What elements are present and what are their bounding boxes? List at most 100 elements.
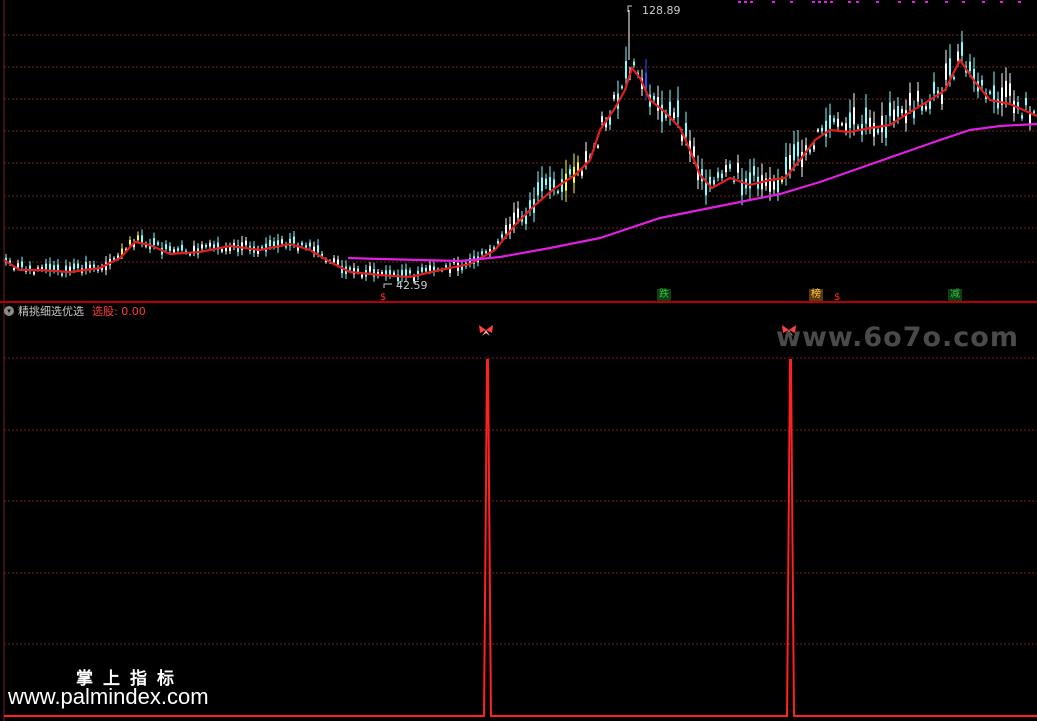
candle-body [581, 171, 583, 176]
candle-body [317, 245, 319, 253]
candle-body [793, 144, 795, 161]
marker-dot [750, 1, 753, 3]
candle-body [525, 215, 527, 225]
candle-body [865, 107, 867, 124]
candle-body [753, 166, 755, 176]
candle-body [729, 164, 731, 169]
candle-body [309, 242, 311, 247]
candle-body [869, 117, 871, 128]
candle-body [845, 123, 847, 131]
candle-body [241, 242, 243, 251]
candle-body [425, 267, 427, 272]
candle-body [209, 242, 211, 247]
candle-body [1029, 114, 1031, 124]
candle-body [481, 251, 483, 255]
candle-body [21, 261, 23, 268]
marker-dot [856, 1, 859, 3]
candle-body [721, 173, 723, 178]
candle-body [633, 61, 635, 66]
candle-body [293, 236, 295, 244]
candle-body [1025, 97, 1027, 106]
candle-body [941, 94, 943, 104]
marker-dot [818, 1, 821, 3]
marker-dot [848, 1, 851, 3]
candle-body [837, 118, 839, 127]
signal-badge-fall: 跌 [657, 289, 671, 301]
chart-window: 128.89 42.59 $ $ 跌 榜 减 ▾ 精挑细选优选 选股: 0.00… [0, 0, 1037, 721]
candle-body [1033, 111, 1035, 114]
candle-body [33, 272, 35, 275]
candle-body [177, 248, 179, 251]
candle-body [537, 182, 539, 196]
candle-body [885, 125, 887, 138]
candle-body [585, 151, 587, 163]
butterfly-icon [479, 325, 493, 336]
candle-body [153, 238, 155, 245]
candle-body [949, 58, 951, 76]
candle-body [513, 212, 515, 225]
candle-body [909, 92, 911, 106]
url-watermark: www.palmindex.com [8, 684, 209, 709]
marker-dot [1018, 1, 1021, 3]
candle-body [889, 102, 891, 117]
candle-body [933, 81, 935, 94]
candle-body [785, 157, 787, 175]
candle-body [773, 181, 775, 190]
marker-dot [738, 1, 741, 3]
marker-dot [790, 1, 793, 3]
candle-body [1021, 115, 1023, 119]
candle-body [657, 96, 659, 111]
candle-body [953, 77, 955, 80]
candle-body [545, 178, 547, 185]
candle-body [505, 224, 507, 234]
candle-body [713, 180, 715, 185]
candle-body [661, 104, 663, 122]
candle-body [13, 267, 15, 271]
candle-body [905, 110, 907, 124]
marker-dot [772, 1, 775, 3]
candle-body [129, 239, 131, 245]
marker-dot [1000, 1, 1003, 3]
candle-body [809, 149, 811, 153]
candle-body [673, 112, 675, 119]
candle-body [409, 270, 411, 274]
candle-body [897, 106, 899, 117]
price-chart-panel[interactable]: 128.89 42.59 $ $ [0, 0, 1037, 302]
indicator-panel[interactable] [0, 303, 1037, 721]
candle-body [485, 251, 487, 254]
candle-body [517, 208, 519, 218]
candle-body [77, 263, 79, 268]
candle-body [361, 274, 363, 278]
candle-body [205, 245, 207, 248]
candle-body [137, 235, 139, 240]
candle-body [53, 265, 55, 271]
candle-body [857, 126, 859, 129]
candle-body [645, 72, 647, 90]
candle-body [497, 240, 499, 244]
candle-body [597, 145, 599, 148]
indicator-header: ▾ 精挑细选优选 选股: 0.00 [4, 304, 146, 318]
candle-body [881, 115, 883, 133]
candle-body [893, 109, 895, 121]
candle-body [677, 100, 679, 117]
candle-body [981, 79, 983, 86]
indicator-grid [4, 357, 1037, 645]
marker-dot [982, 1, 985, 3]
candle-body [165, 244, 167, 249]
candle-body [173, 249, 175, 253]
candle-body [245, 240, 247, 246]
candle-body [621, 86, 623, 89]
candle-body [669, 101, 671, 116]
candle-body [777, 179, 779, 193]
candle-body [969, 61, 971, 72]
candle-body [841, 123, 843, 126]
low-price-pointer [383, 283, 392, 288]
marker-dot [925, 1, 928, 3]
collapse-toggle-icon[interactable]: ▾ [4, 306, 14, 316]
candle-body [141, 235, 143, 243]
signal-badge-reduce: 减 [948, 289, 962, 301]
candle-body [613, 94, 615, 99]
candle-body [445, 265, 447, 268]
signal-line [4, 359, 1037, 717]
candle-body [849, 112, 851, 128]
